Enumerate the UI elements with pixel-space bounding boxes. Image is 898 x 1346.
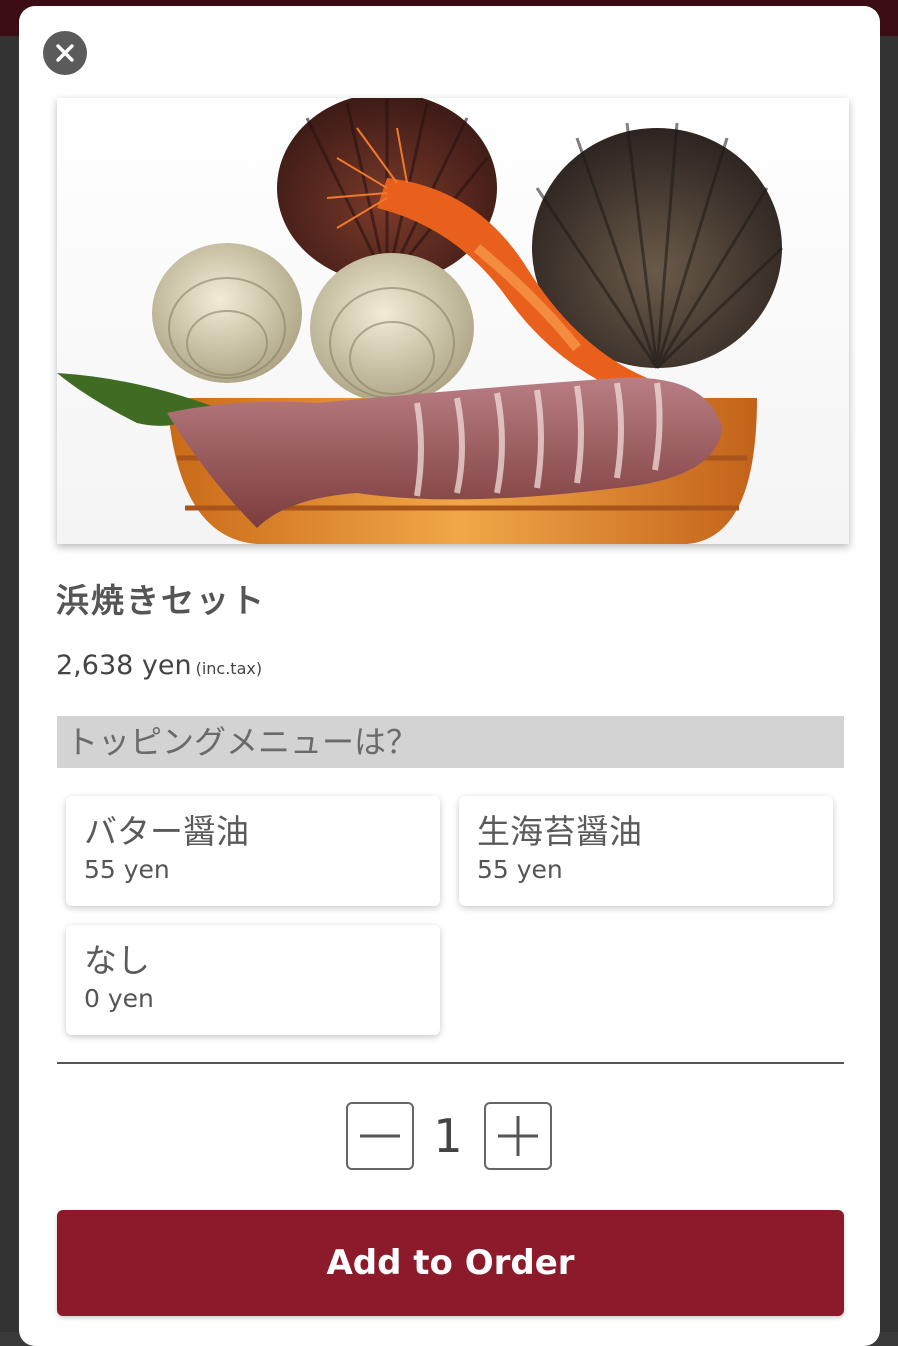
topping-option-seaweed-soy[interactable]: 生海苔醤油 55 yen: [459, 796, 833, 906]
tax-note: (inc.tax): [195, 659, 263, 678]
minus-icon: [360, 1134, 400, 1138]
item-name: 浜焼きセット: [56, 581, 266, 620]
item-price: 2,638 yen: [56, 650, 192, 681]
backdrop-right: [880, 36, 898, 1332]
topping-option-butter-soy[interactable]: バター醤油 55 yen: [66, 796, 440, 906]
backdrop-left: [0, 36, 19, 1332]
seafood-photo: [57, 98, 849, 544]
item-price-row: 2,638 yen (inc.tax): [56, 650, 262, 681]
option-name: なし: [84, 941, 150, 980]
option-name: 生海苔醤油: [477, 812, 642, 851]
close-button[interactable]: [43, 31, 87, 75]
quantity-value: 1: [433, 1109, 463, 1163]
divider: [57, 1062, 844, 1064]
item-photo: [57, 98, 849, 544]
option-name: バター醤油: [84, 812, 249, 851]
close-icon: [56, 44, 74, 62]
option-price: 0 yen: [84, 984, 154, 1013]
option-price: 55 yen: [477, 855, 563, 884]
topping-section-heading: トッピングメニューは？: [57, 716, 844, 768]
quantity-increase-button[interactable]: [484, 1102, 552, 1170]
plus-icon: [498, 1116, 538, 1156]
item-detail-modal: 浜焼きセット 2,638 yen (inc.tax) トッピングメニューは？ バタ…: [19, 6, 880, 1346]
quantity-decrease-button[interactable]: [346, 1102, 414, 1170]
option-price: 55 yen: [84, 855, 170, 884]
topping-option-none[interactable]: なし 0 yen: [66, 925, 440, 1035]
add-to-order-button[interactable]: Add to Order: [57, 1210, 844, 1316]
